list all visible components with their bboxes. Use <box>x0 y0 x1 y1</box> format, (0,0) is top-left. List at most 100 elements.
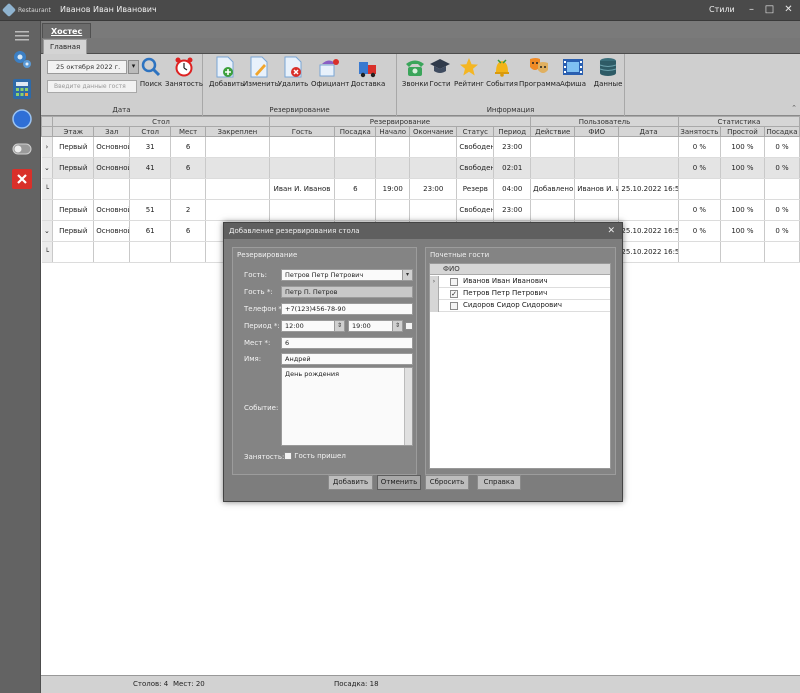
close-icon[interactable]: ✕ <box>607 223 615 239</box>
cancel-button[interactable]: Отменить <box>377 475 421 490</box>
column-header[interactable]: Закреплен <box>205 126 270 137</box>
cell-seats: 6 <box>170 220 207 242</box>
row-indicator[interactable]: › <box>41 136 54 158</box>
delivery-button[interactable]: Доставка <box>349 56 387 88</box>
table-row[interactable]: Первый Основной 51 2 Свободен 23:00 0 % 100 % 0 … <box>41 199 800 221</box>
column-header[interactable]: Посадка <box>763 126 800 137</box>
column-header[interactable]: Мест <box>170 126 207 137</box>
event-textarea[interactable]: День рождения <box>281 367 413 446</box>
column-header[interactable]: Стол <box>129 126 172 137</box>
column-header[interactable]: Статус <box>456 126 495 137</box>
period-checkbox[interactable] <box>405 322 413 330</box>
edit-button[interactable]: Изменить <box>243 56 279 88</box>
checkbox-box[interactable] <box>284 452 292 460</box>
event-value: День рождения <box>285 370 340 378</box>
program-button[interactable]: Программа <box>519 56 560 88</box>
seats-field[interactable]: 6 <box>281 337 413 349</box>
app-logo-icon <box>1 2 17 18</box>
delete-label: Удалить <box>277 80 309 88</box>
poster-button[interactable]: Афиша <box>557 56 589 88</box>
guest-checkbox[interactable] <box>450 278 458 286</box>
column-header[interactable]: Действие <box>530 126 576 137</box>
chevron-down-icon[interactable]: ▾ <box>402 270 412 280</box>
circle-status-icon[interactable] <box>11 108 33 130</box>
band-table: Стол <box>52 116 270 127</box>
column-header[interactable]: ФИО <box>574 126 620 137</box>
close-window-icon[interactable]: ✕ <box>781 3 796 17</box>
hamburger-menu-icon[interactable] <box>11 25 33 47</box>
cell-occ: 0 % <box>678 136 721 158</box>
styles-menu[interactable]: Стили <box>709 5 735 14</box>
column-header[interactable]: Дата <box>618 126 679 137</box>
spin-icon[interactable]: ⇕ <box>334 321 344 331</box>
column-header[interactable]: Простой <box>719 126 765 137</box>
table-row[interactable]: › Первый Основной 31 6 Свободен 23:00 0 % 100 % 0… <box>41 136 800 158</box>
add-button[interactable]: Добавить <box>209 56 244 88</box>
row-indicator[interactable]: └ <box>41 241 54 263</box>
band-user: Пользователь <box>530 116 679 127</box>
date-picker[interactable]: 25 октября 2022 г. <box>47 60 127 74</box>
guest-select[interactable]: Петров Петр Петрович ▾ <box>281 269 413 281</box>
cell-seat-pct: 0 % <box>764 220 800 242</box>
guest-list-item[interactable]: ✓ Петров Петр Петрович <box>430 288 610 300</box>
help-button[interactable]: Справка <box>477 475 521 490</box>
row-indicator[interactable]: › <box>430 276 439 288</box>
occupancy-button[interactable]: Занятость <box>164 56 204 88</box>
events-label: События <box>486 80 518 88</box>
period-start-field[interactable]: 12:00 ⇕ <box>281 320 345 332</box>
reset-button[interactable]: Сбросить <box>425 475 469 490</box>
search-button[interactable]: Поиск <box>135 56 167 88</box>
exit-icon[interactable] <box>11 168 33 190</box>
event-scrollbar[interactable] <box>404 368 412 445</box>
cell-idle: 100 % <box>720 157 765 179</box>
period-end-field[interactable]: 19:00 ⇕ <box>348 320 403 332</box>
maximize-icon[interactable]: □ <box>762 3 777 17</box>
column-header[interactable]: Занятость <box>677 126 721 137</box>
name-field[interactable]: Андрей <box>281 353 413 365</box>
ribbon-collapse-icon[interactable]: ⌃ <box>791 104 797 112</box>
waiter-button[interactable]: Официант <box>311 56 349 88</box>
cell-hall: Основной <box>93 136 131 158</box>
cell-idle: 100 % <box>720 136 765 158</box>
table-row[interactable]: ⌄ Первый Основной 41 6 Свободен 02:01 0 % 100 % 0… <box>41 157 800 179</box>
row-indicator[interactable]: └ <box>41 178 54 200</box>
data-button[interactable]: Данные <box>593 56 623 88</box>
minimize-icon[interactable]: – <box>744 3 759 17</box>
row-indicator[interactable] <box>41 199 54 221</box>
column-header[interactable]: Посадка <box>334 126 377 137</box>
rating-button[interactable]: Рейтинг <box>453 56 485 88</box>
guest-search-input[interactable]: Введите данные гостя <box>47 80 137 93</box>
column-header[interactable]: Гость <box>268 126 336 137</box>
column-header[interactable]: Период <box>493 126 532 137</box>
table-row[interactable]: └ Иван И. Иванов 6 19:00 23:00 Резерв 04:00 Доб… <box>41 178 800 200</box>
tab-hostess[interactable]: Хостес <box>42 23 92 38</box>
guests-button[interactable]: Гости <box>425 56 455 88</box>
row-indicator[interactable] <box>430 288 439 300</box>
column-header[interactable]: Начало <box>375 126 411 137</box>
guest-arrived-checkbox[interactable]: Гость пришел <box>284 452 346 460</box>
cell-guest: Иван И. Иванов <box>269 178 336 200</box>
guest-checkbox[interactable]: ✓ <box>450 290 458 298</box>
row-indicator[interactable]: ⌄ <box>41 157 54 179</box>
row-indicator[interactable]: ⌄ <box>41 220 54 242</box>
band-stats: Статистика <box>677 116 800 127</box>
guest-list-item[interactable]: Сидоров Сидор Сидорович <box>430 300 610 312</box>
add-button[interactable]: Добавить <box>328 475 373 490</box>
toggle-icon[interactable] <box>11 138 33 160</box>
column-header[interactable]: Этаж <box>52 126 95 137</box>
cell-date: 25.10.2022 16:53 <box>618 178 679 200</box>
cell-action: Добавлено <box>530 178 576 200</box>
guest-checkbox[interactable] <box>450 302 458 310</box>
row-indicator[interactable] <box>430 300 439 312</box>
column-header[interactable]: Зал <box>93 126 131 137</box>
tab-main[interactable]: Главная <box>43 39 88 55</box>
events-button[interactable]: События <box>485 56 519 88</box>
phone-field[interactable]: +7(123)456-78-90 <box>281 303 413 315</box>
delete-button[interactable]: Удалить <box>277 56 309 88</box>
calculator-icon[interactable] <box>11 78 33 100</box>
column-header[interactable]: Окончание <box>409 126 458 137</box>
spin-icon[interactable]: ⇕ <box>392 321 402 331</box>
guest-list-item[interactable]: › Иванов Иван Иванович <box>430 276 610 288</box>
settings-gear-icon[interactable] <box>11 48 33 70</box>
cell-date: 25.10.2022 16:53 <box>618 241 679 263</box>
